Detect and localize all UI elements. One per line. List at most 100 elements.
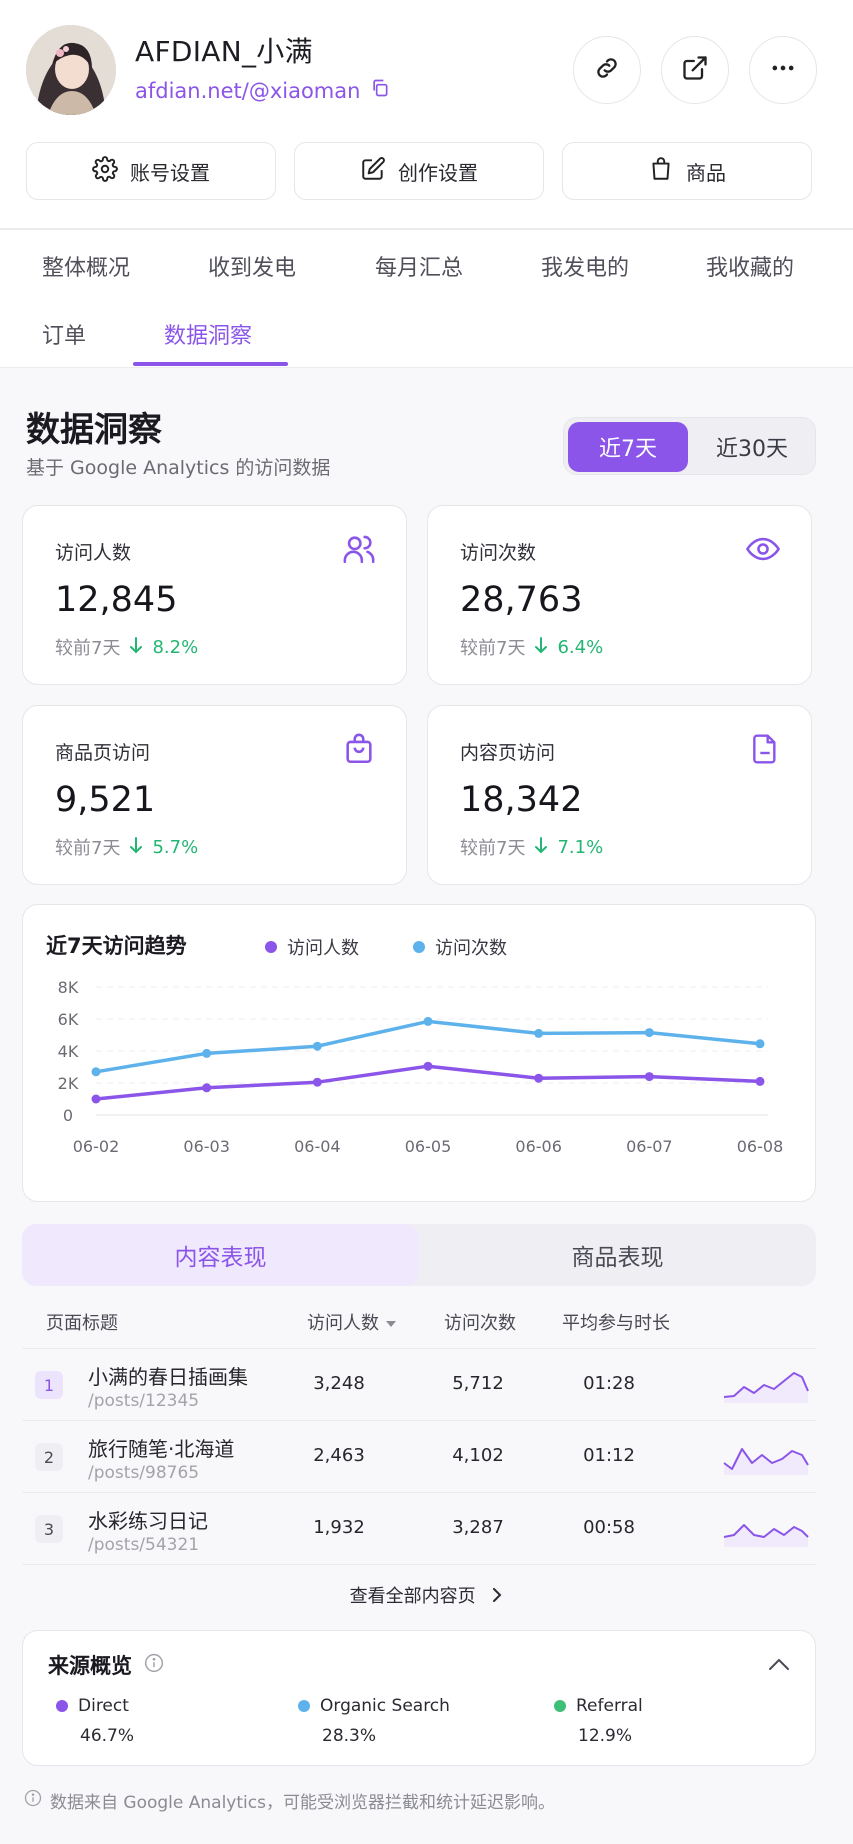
page-title: 数据洞察 xyxy=(26,410,162,450)
stat-compare-label: 较前7天 xyxy=(55,638,121,659)
profile-link[interactable]: afdian.net/@xiaoman xyxy=(135,78,390,103)
shopping-bag-icon xyxy=(648,156,674,187)
row-visitors: 2,463 xyxy=(313,1445,365,1466)
tab-overview[interactable]: 整体概况 xyxy=(42,250,130,282)
y-tick-label: 6K xyxy=(58,1010,79,1029)
sparkline xyxy=(723,1448,809,1475)
stat-card-visitors[interactable]: 访问人数 12,845 较前7天 8.2% xyxy=(22,505,407,685)
row-duration: 01:12 xyxy=(583,1445,635,1466)
sort-down-icon xyxy=(385,1312,397,1333)
tab-insights[interactable]: 数据洞察 xyxy=(164,318,252,350)
avatar[interactable] xyxy=(26,25,116,115)
source-dot xyxy=(56,1700,68,1712)
data-point xyxy=(534,1073,544,1083)
tab-sponsored[interactable]: 我发电的 xyxy=(541,250,629,282)
more-button[interactable] xyxy=(749,36,817,104)
stat-label: 商品页访问 xyxy=(55,742,151,764)
x-tick-label: 06-03 xyxy=(183,1137,230,1156)
source-dot xyxy=(298,1700,310,1712)
source-dot xyxy=(554,1700,566,1712)
view-all-label[interactable]: 查看全部内容页 xyxy=(350,1586,476,1607)
row-path: /posts/54321 xyxy=(88,1535,200,1555)
data-point xyxy=(423,1061,433,1071)
x-tick-label: 06-02 xyxy=(73,1137,120,1156)
copy-icon[interactable] xyxy=(370,78,390,103)
legend-visits: 访问次数 xyxy=(413,934,507,960)
stat-compare: 较前7天 5.7% xyxy=(55,834,198,860)
data-point xyxy=(755,1076,765,1086)
divider xyxy=(22,1564,816,1566)
row-title: 水彩练习日记 xyxy=(88,1509,208,1533)
source-value: 46.7% xyxy=(80,1726,135,1746)
row-title: 小满的春日插画集 xyxy=(88,1365,248,1389)
sparkline xyxy=(723,1524,809,1547)
y-tick-label: 4K xyxy=(58,1042,79,1061)
account-settings-label: 账号设置 xyxy=(130,160,210,185)
creation-settings-button[interactable]: 创作设置 xyxy=(294,142,544,200)
stat-label: 内容页访问 xyxy=(460,742,556,764)
stat-card-visits[interactable]: 访问次数 28,763 较前7天 6.4% xyxy=(427,505,812,685)
source-name: Direct xyxy=(78,1696,129,1716)
range-7-days[interactable]: 近7天 xyxy=(568,422,688,472)
chevron-up-icon[interactable] xyxy=(768,1656,790,1675)
tab-content-performance[interactable]: 内容表现 xyxy=(22,1224,419,1286)
row-title: 旅行随笔·北海道 xyxy=(88,1437,235,1461)
account-settings-button[interactable]: 账号设置 xyxy=(26,142,276,200)
tab-monthly[interactable]: 每月汇总 xyxy=(375,250,463,282)
info-icon[interactable] xyxy=(144,1653,164,1678)
row-duration: 00:58 xyxy=(583,1517,635,1538)
edit-icon xyxy=(360,156,386,187)
stat-change: 8.2% xyxy=(152,636,199,658)
source-name: Referral xyxy=(576,1696,643,1716)
link-button[interactable] xyxy=(573,36,641,104)
data-point xyxy=(312,1041,322,1051)
stat-card-content-views[interactable]: 内容页访问 18,342 较前7天 7.1% xyxy=(427,705,812,885)
x-tick-label: 06-04 xyxy=(294,1137,341,1156)
link-icon xyxy=(593,54,621,86)
column-header-visitors[interactable]: 访问人数 xyxy=(307,1309,397,1335)
tab-received[interactable]: 收到发电 xyxy=(208,250,296,282)
tab-orders[interactable]: 订单 xyxy=(42,318,86,350)
shopping-bag-icon xyxy=(342,732,376,770)
stat-card-product-views[interactable]: 商品页访问 9,521 较前7天 5.7% xyxy=(22,705,407,885)
legend-label: 访问次数 xyxy=(435,938,507,959)
legend-dot xyxy=(413,941,425,953)
stat-compare-label: 较前7天 xyxy=(55,838,121,859)
data-point xyxy=(91,1094,101,1104)
active-tab-indicator xyxy=(133,362,288,366)
range-toggle: 近7天 近30天 xyxy=(563,417,816,475)
table-row[interactable]: 2 旅行随笔·北海道 /posts/98765 2,463 4,102 01:1… xyxy=(22,1420,816,1492)
stat-compare: 较前7天 8.2% xyxy=(55,634,198,660)
products-label: 商品 xyxy=(686,160,726,185)
products-button[interactable]: 商品 xyxy=(562,142,812,200)
legend-label: 访问人数 xyxy=(287,938,359,959)
view-all-content-link[interactable]: 查看全部内容页 xyxy=(0,1582,853,1608)
document-icon xyxy=(749,732,781,770)
tab-product-performance[interactable]: 商品表现 xyxy=(419,1224,816,1286)
row-duration: 01:28 xyxy=(583,1373,635,1394)
legend-visitors: 访问人数 xyxy=(265,934,359,960)
rank-badge: 1 xyxy=(35,1371,63,1399)
external-link-icon xyxy=(681,54,709,86)
stat-value: 18,342 xyxy=(460,780,583,820)
page-subtitle: 基于 Google Analytics 的访问数据 xyxy=(26,457,331,479)
row-path: /posts/12345 xyxy=(88,1391,200,1411)
table-row[interactable]: 1 小满的春日插画集 /posts/12345 3,248 5,712 01:2… xyxy=(22,1348,816,1420)
data-point xyxy=(644,1028,654,1038)
row-visits: 5,712 xyxy=(452,1373,504,1394)
tab-favorites[interactable]: 我收藏的 xyxy=(706,250,794,282)
arrow-down-icon xyxy=(128,836,144,859)
source-value: 28.3% xyxy=(322,1726,377,1746)
table-row[interactable]: 3 水彩练习日记 /posts/54321 1,932 3,287 00:58 xyxy=(22,1492,816,1564)
creator-dashboard: AFDIAN_小满 afdian.net/@xiaoman 账号设置 创作设置 … xyxy=(0,0,853,1844)
legend-dot xyxy=(265,941,277,953)
range-30-days[interactable]: 近30天 xyxy=(692,422,812,472)
profile-header: AFDIAN_小满 afdian.net/@xiaoman 账号设置 创作设置 … xyxy=(0,0,853,228)
row-path: /posts/98765 xyxy=(88,1463,200,1483)
performance-tabs: 内容表现 商品表现 xyxy=(22,1224,816,1286)
share-button[interactable] xyxy=(661,36,729,104)
footnote: 数据来自 Google Analytics，可能受浏览器拦截和统计延迟影响。 xyxy=(24,1788,555,1813)
y-tick-label: 8K xyxy=(58,978,79,997)
profile-link-text[interactable]: afdian.net/@xiaoman xyxy=(135,79,360,103)
nav-tabs: 整体概况 收到发电 每月汇总 我发电的 我收藏的 订单 数据洞察 xyxy=(0,230,853,368)
